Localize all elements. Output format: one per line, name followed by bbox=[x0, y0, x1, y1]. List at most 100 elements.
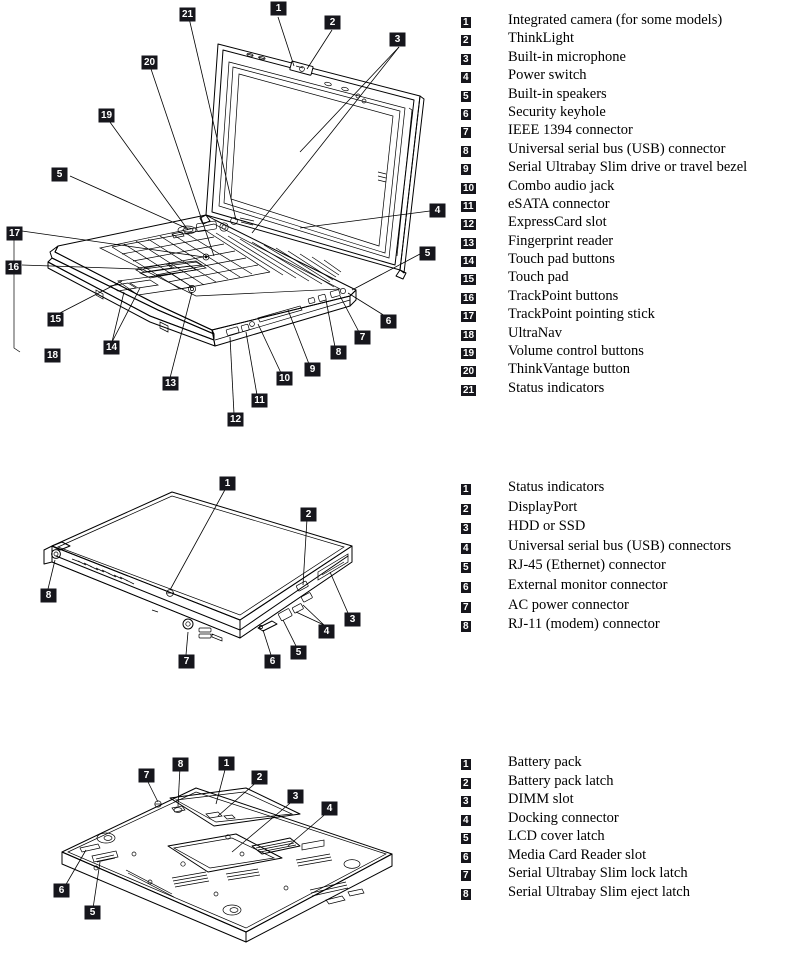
legend-item: 1 Status indicators bbox=[461, 479, 731, 499]
leader-lines-top bbox=[21, 16, 431, 415]
legend-item-label: Status indicators bbox=[508, 379, 605, 396]
legend-item-label: Serial Ultrabay Slim eject latch bbox=[508, 883, 690, 900]
legend-number-badge: 7 bbox=[461, 127, 471, 139]
legend-item-label: DisplayPort bbox=[508, 498, 578, 515]
legend-item-label: Built-in speakers bbox=[508, 85, 607, 102]
legend-item: 4 Power switch bbox=[461, 67, 747, 85]
legend-item-label: TrackPoint pointing stick bbox=[508, 306, 655, 323]
figure-bottom-view bbox=[0, 742, 455, 961]
legend-item-label: Fingerprint reader bbox=[508, 232, 614, 249]
legend-item-label: RJ-45 (Ethernet) connector bbox=[508, 557, 666, 574]
legend-number-badge: 5 bbox=[461, 833, 471, 844]
legend-item-label: LCD cover latch bbox=[508, 828, 605, 844]
legend-item: 5 LCD cover latch bbox=[461, 828, 690, 847]
laptop-bottom-body bbox=[61, 787, 393, 943]
legend-item-label: Serial Ultrabay Slim drive or travel bez… bbox=[508, 159, 748, 176]
callout-rear-8: 8 bbox=[41, 589, 56, 602]
legend-item: 1 Battery pack bbox=[461, 754, 690, 773]
legend-item: 7 Serial Ultrabay Slim lock latch bbox=[461, 865, 690, 884]
legend-item-label: TrackPoint buttons bbox=[508, 287, 619, 304]
legend-number-badge: 15 bbox=[461, 274, 477, 286]
legend-item: 4 Universal serial bus (USB) connectors bbox=[461, 538, 731, 558]
legend-number-badge: 6 bbox=[461, 851, 471, 863]
callout-top-12: 12 bbox=[228, 413, 244, 426]
legend-item-label: Universal serial bus (USB) connector bbox=[508, 140, 726, 157]
legend-item: 6 External monitor connector bbox=[461, 577, 731, 597]
callout-top-4: 4 bbox=[430, 204, 445, 217]
callout-top-15: 15 bbox=[48, 313, 64, 326]
legend-item-label: Battery pack latch bbox=[508, 772, 614, 789]
callout-rear-7: 7 bbox=[179, 655, 194, 668]
legend-item: 11 eSATA connector bbox=[461, 196, 747, 214]
figure-front-open-view bbox=[0, 0, 455, 445]
legend-item: 3 Built-in microphone bbox=[461, 49, 747, 67]
legend-item-label: Serial Ultrabay Slim lock latch bbox=[508, 865, 688, 881]
legend-item-label: Battery pack bbox=[508, 754, 582, 770]
callout-rear-3: 3 bbox=[345, 613, 360, 626]
callout-top-2: 2 bbox=[325, 16, 340, 29]
legend-number-badge: 7 bbox=[461, 870, 471, 881]
callout-rear-6: 6 bbox=[265, 655, 280, 668]
callout-top-6: 6 bbox=[381, 315, 396, 328]
callout-top-14: 14 bbox=[104, 341, 120, 354]
legend-number-badge: 17 bbox=[461, 311, 477, 323]
legend-item-label: Touch pad bbox=[508, 269, 569, 286]
laptop-base bbox=[13, 214, 357, 353]
diagram-page: 1 2 3 4 5 5 6 7 8 9 10 11 12 13 14 15 16… bbox=[0, 0, 796, 961]
legend-item: 9 Serial Ultrabay Slim drive or travel b… bbox=[461, 159, 747, 177]
legend-item-label: Status indicators bbox=[508, 479, 605, 495]
legend-item: 12 ExpressCard slot bbox=[461, 214, 747, 232]
legend-number-badge: 5 bbox=[461, 562, 471, 574]
legend-item: 17 TrackPoint pointing stick bbox=[461, 306, 747, 324]
callout-top-5b: 5 bbox=[420, 247, 435, 260]
legend-item: 10 Combo audio jack bbox=[461, 178, 747, 196]
legend-item-label: UltraNav bbox=[508, 324, 562, 341]
legend-item: 7 AC power connector bbox=[461, 597, 731, 617]
legend-item-label: ExpressCard slot bbox=[508, 214, 607, 231]
callout-bottom-2: 2 bbox=[252, 771, 267, 784]
callout-bottom-7: 7 bbox=[139, 769, 154, 782]
legend-number-badge: 1 bbox=[461, 759, 471, 770]
callout-top-7: 7 bbox=[355, 331, 370, 344]
callout-bottom-3: 3 bbox=[288, 790, 303, 803]
legend-item-label: Security keyhole bbox=[508, 103, 606, 120]
legend-item: 7 IEEE 1394 connector bbox=[461, 122, 747, 140]
legend-number-badge: 14 bbox=[461, 256, 477, 268]
legend-number-badge: 3 bbox=[461, 796, 471, 807]
callout-top-18: 18 bbox=[45, 349, 61, 362]
legend-number-badge: 8 bbox=[461, 145, 471, 157]
legend-number-badge: 8 bbox=[461, 888, 471, 900]
legend-item: 1 Integrated camera (for some models) bbox=[461, 12, 747, 30]
callout-bottom-8: 8 bbox=[173, 758, 188, 771]
callout-top-5a: 5 bbox=[52, 168, 67, 181]
legend-item-label: Universal serial bus (USB) connectors bbox=[508, 537, 732, 554]
legend-item-label: Built-in microphone bbox=[508, 48, 626, 65]
legend-bottom-view: 1 Battery pack 2 Battery pack latch 3 DI… bbox=[461, 754, 690, 902]
legend-item-label: Integrated camera (for some models) bbox=[508, 12, 723, 28]
callout-top-20: 20 bbox=[142, 56, 158, 69]
legend-number-badge: 9 bbox=[461, 164, 471, 176]
legend-item-label: RJ-11 (modem) connector bbox=[508, 616, 660, 633]
legend-number-badge: 18 bbox=[461, 329, 477, 341]
legend-number-badge: 3 bbox=[461, 53, 471, 65]
legend-item: 18 UltraNav bbox=[461, 325, 747, 343]
callout-top-19: 19 bbox=[99, 109, 115, 122]
legend-item: 2 DisplayPort bbox=[461, 499, 731, 519]
callout-top-11: 11 bbox=[252, 394, 267, 407]
callout-top-8: 8 bbox=[331, 346, 346, 359]
legend-item: 2 ThinkLight bbox=[461, 30, 747, 48]
figure-rear-closed-view bbox=[0, 462, 455, 692]
callout-rear-2: 2 bbox=[301, 508, 316, 521]
legend-number-badge: 3 bbox=[461, 523, 471, 535]
legend-number-badge: 2 bbox=[461, 35, 471, 47]
legend-item-label: IEEE 1394 connector bbox=[508, 122, 633, 139]
legend-item: 6 Media Card Reader slot bbox=[461, 847, 690, 866]
legend-item: 14 Touch pad buttons bbox=[461, 251, 747, 269]
legend-number-badge: 12 bbox=[461, 219, 477, 231]
legend-number-badge: 10 bbox=[461, 182, 477, 194]
legend-item-label: Touch pad buttons bbox=[508, 251, 615, 268]
legend-number-badge: 4 bbox=[461, 72, 471, 84]
legend-rear-closed-view: 1 Status indicators 2 DisplayPort 3 HDD … bbox=[461, 479, 731, 636]
callout-top-3: 3 bbox=[390, 33, 405, 46]
legend-item-label: HDD or SSD bbox=[508, 518, 586, 535]
